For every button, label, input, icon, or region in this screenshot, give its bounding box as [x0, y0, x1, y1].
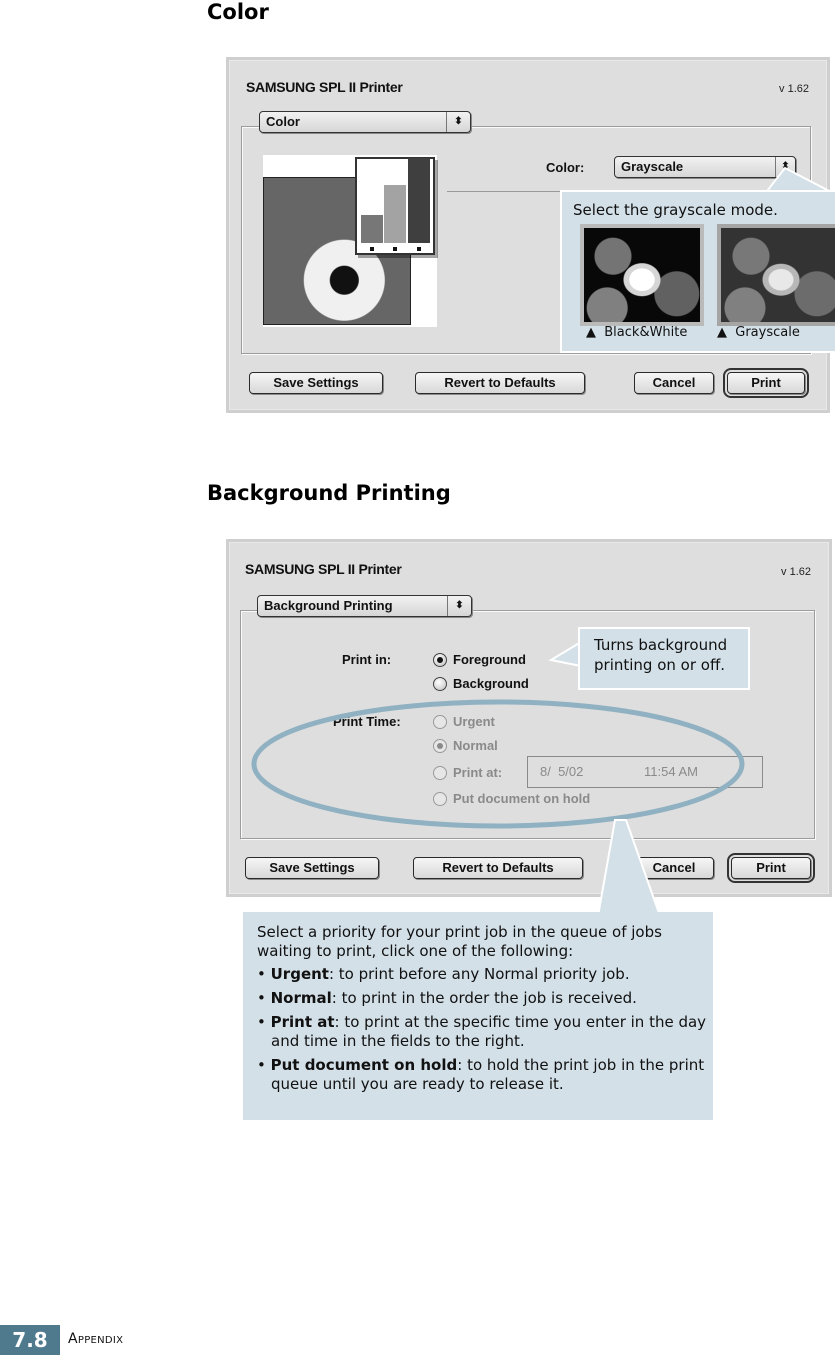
cancel-button[interactable]: Cancel [634, 372, 714, 394]
callout-intro: Select a priority for your print job in … [257, 923, 662, 960]
save-settings-button[interactable]: Save Settings [245, 857, 379, 879]
highlight-ellipse [251, 699, 745, 829]
panel-popup[interactable]: Background Printing ⬍ [257, 595, 472, 617]
callout-list: • Urgent: to print before any Normal pri… [257, 965, 707, 1094]
triangle-icon: ▲ [717, 325, 727, 340]
radio-button-icon [433, 653, 447, 667]
panel-popup-value: Color [266, 114, 300, 129]
version-label: v 1.62 [781, 566, 811, 578]
callout-text: Turns background printing on or off. [594, 636, 728, 674]
updown-arrows-icon: ⬍ [447, 596, 471, 616]
callout-pointer [596, 819, 662, 917]
radio-foreground[interactable]: Foreground [433, 652, 526, 668]
section-title-color: Color [207, 0, 269, 24]
color-label: Color: [546, 160, 585, 175]
version-label: v 1.62 [779, 83, 809, 95]
print-button[interactable]: Print [723, 368, 809, 398]
list-item: • Urgent: to print before any Normal pri… [257, 965, 630, 983]
section-title-background-printing: Background Printing [207, 481, 451, 505]
list-item: • Put document on hold: to hold the prin… [257, 1056, 705, 1093]
dialog-title: SAMSUNG SPL II Printer [246, 79, 403, 95]
thumb-tick [417, 247, 421, 251]
radio-button-icon [433, 677, 447, 691]
print-in-callout: Turns background printing on or off. [578, 627, 750, 690]
revert-to-defaults-button[interactable]: Revert to Defaults [415, 372, 585, 394]
callout-text: Select the grayscale mode. [573, 201, 778, 219]
thumb-tick [370, 247, 374, 251]
triangle-icon: ▲ [586, 325, 596, 340]
grayscale-sample [717, 224, 835, 326]
radio-background[interactable]: Background [433, 676, 529, 692]
save-settings-button[interactable]: Save Settings [249, 372, 383, 394]
footer-section-label: Appendix [68, 1331, 124, 1347]
thumb-bar [361, 215, 383, 243]
color-preview [263, 155, 437, 327]
print-in-label: Print in: [342, 652, 392, 667]
page-number: 7.8 [0, 1325, 60, 1355]
thumb-bar [408, 158, 430, 243]
print-time-callout: Select a priority for your print job in … [243, 912, 713, 1120]
updown-arrows-icon: ⬍ [446, 112, 470, 132]
panel-popup[interactable]: Color ⬍ [259, 111, 471, 133]
dialog-title: SAMSUNG SPL II Printer [245, 561, 402, 577]
grayscale-callout: Select the grayscale mode. ▲ Black&White… [560, 190, 835, 353]
sample-caption-bw: ▲ Black&White [586, 325, 688, 340]
list-item: • Normal: to print in the order the job … [257, 989, 637, 1007]
thumb-tick [393, 247, 397, 251]
panel-popup-value: Background Printing [264, 598, 393, 613]
sample-caption-grayscale: ▲ Grayscale [717, 325, 800, 340]
thumb-bar [384, 185, 406, 243]
color-mode-value: Grayscale [621, 159, 684, 174]
bar-chart-thumbnail [355, 157, 435, 255]
black-white-sample [580, 224, 704, 326]
list-item: • Print at: to print at the specific tim… [257, 1013, 707, 1050]
print-button[interactable]: Print [727, 853, 815, 883]
revert-to-defaults-button[interactable]: Revert to Defaults [413, 857, 583, 879]
